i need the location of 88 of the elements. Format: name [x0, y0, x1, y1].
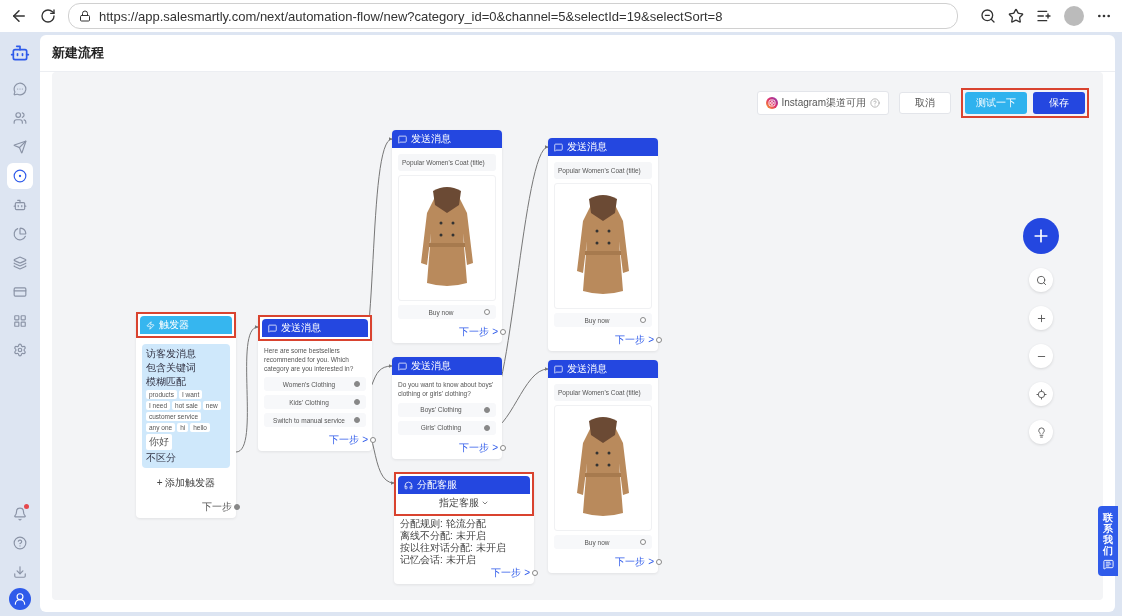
channel-note-text: Instagram渠道可用: [781, 96, 866, 110]
back-icon[interactable]: [10, 7, 28, 25]
settings-icon: [13, 343, 27, 357]
next-step-link[interactable]: 下一步 >: [459, 325, 498, 339]
locate-button[interactable]: [1029, 382, 1053, 406]
next-step-link[interactable]: 下一步 >: [615, 333, 654, 347]
connector-dot[interactable]: [354, 399, 360, 406]
bolt-icon: [146, 320, 155, 330]
robot-logo-icon: [10, 43, 30, 63]
node-title: 发送消息: [411, 132, 451, 146]
download-icon: [13, 565, 27, 579]
connector-dot[interactable]: [354, 381, 360, 388]
crosshair-icon: [1035, 388, 1047, 400]
node-title: 发送消息: [411, 359, 451, 373]
headset-icon: [404, 480, 413, 490]
next-step-link[interactable]: 下一步: [202, 500, 232, 514]
address-field[interactable]: https://app.salesmartly.com/next/automation-flow/new?category_id=0&channel=5&selectId=19&selectSort=8: [68, 3, 958, 29]
add-trigger-button[interactable]: + 添加触发器: [142, 472, 230, 494]
zoom-out-icon[interactable]: [980, 8, 996, 24]
node-title: 触发器: [159, 318, 189, 332]
favorites-icon[interactable]: [1036, 8, 1052, 24]
assign-setting: 离线不分配: 未开启: [400, 530, 487, 542]
chat-icon: [1102, 559, 1114, 570]
node-title: 发送消息: [567, 140, 607, 154]
keyword-tag: 你好: [146, 434, 172, 450]
connector-dot[interactable]: [370, 437, 376, 444]
pie-chart-icon: [13, 227, 27, 241]
target-icon: [13, 169, 27, 183]
users-icon: [13, 111, 27, 125]
tips-button[interactable]: [1029, 420, 1053, 444]
message-icon: [398, 361, 407, 371]
layers-icon: [13, 256, 27, 270]
contact-us-tab[interactable]: 联系我们: [1098, 506, 1118, 576]
add-node-button[interactable]: [1023, 218, 1059, 254]
connector-dot[interactable]: [500, 444, 506, 451]
connector-dot[interactable]: [484, 309, 490, 315]
lightbulb-icon: [1035, 426, 1047, 438]
bell-icon: [13, 507, 27, 521]
condition-event: 访客发消息: [146, 348, 197, 360]
connector-dot[interactable]: [484, 424, 490, 431]
connector-dot[interactable]: [354, 417, 360, 424]
connector-dot[interactable]: [500, 329, 506, 335]
connector-dot[interactable]: [640, 539, 646, 545]
connector-dot[interactable]: [656, 337, 662, 343]
robot-icon: [13, 198, 27, 212]
search-icon: [1035, 274, 1047, 286]
connector-dot[interactable]: [656, 559, 662, 565]
plus-icon: [1035, 312, 1047, 324]
node-title: 发送消息: [281, 321, 321, 335]
node-title: 发送消息: [567, 362, 607, 376]
connector-dot[interactable]: [532, 570, 538, 576]
search-button[interactable]: [1029, 268, 1053, 292]
next-step-link[interactable]: 下一步 >: [615, 555, 654, 569]
assign-setting: 分配规则: 轮流分配: [400, 518, 487, 530]
condition-case: 不区分: [146, 452, 177, 464]
connector-dot[interactable]: [484, 406, 490, 413]
connector-dot[interactable]: [640, 317, 646, 323]
card-icon: [13, 285, 27, 299]
toolbar-button[interactable]: 取消: [899, 92, 951, 114]
assign-setting: 按以往对话分配: 未开启: [400, 542, 507, 554]
sidebar-item[interactable]: [7, 163, 33, 189]
message-icon: [398, 134, 407, 144]
help-icon[interactable]: [870, 98, 880, 108]
help-icon: [13, 536, 27, 550]
chevron-icon: [481, 499, 489, 507]
connector-dot[interactable]: [234, 504, 240, 510]
zoom-in-button[interactable]: [1029, 306, 1053, 330]
lock-icon: [79, 10, 91, 22]
star-icon[interactable]: [1008, 8, 1024, 24]
message-icon: [554, 364, 563, 374]
condition-rule: 包含关键词: [146, 362, 197, 374]
next-step-link[interactable]: 下一步 >: [459, 440, 498, 455]
reload-icon[interactable]: [40, 8, 56, 24]
condition-match: 模糊匹配: [146, 376, 187, 388]
toolbar-button[interactable]: 保存: [1033, 92, 1085, 114]
next-step-link[interactable]: 下一步 >: [491, 566, 530, 580]
chat-icon: [13, 82, 27, 96]
node-title: 分配客服: [417, 478, 457, 492]
user-avatar[interactable]: [9, 588, 31, 610]
message-icon: [554, 142, 563, 152]
user-icon: [13, 592, 27, 606]
message-icon: [268, 323, 277, 333]
next-step-link[interactable]: 下一步 >: [329, 433, 368, 448]
send-icon: [13, 140, 27, 154]
camera-logo-icon: [765, 97, 778, 109]
grid-icon: [13, 314, 27, 328]
assign-setting: 记忆会话: 未开启: [400, 554, 477, 566]
profile-avatar[interactable]: [1064, 6, 1084, 26]
